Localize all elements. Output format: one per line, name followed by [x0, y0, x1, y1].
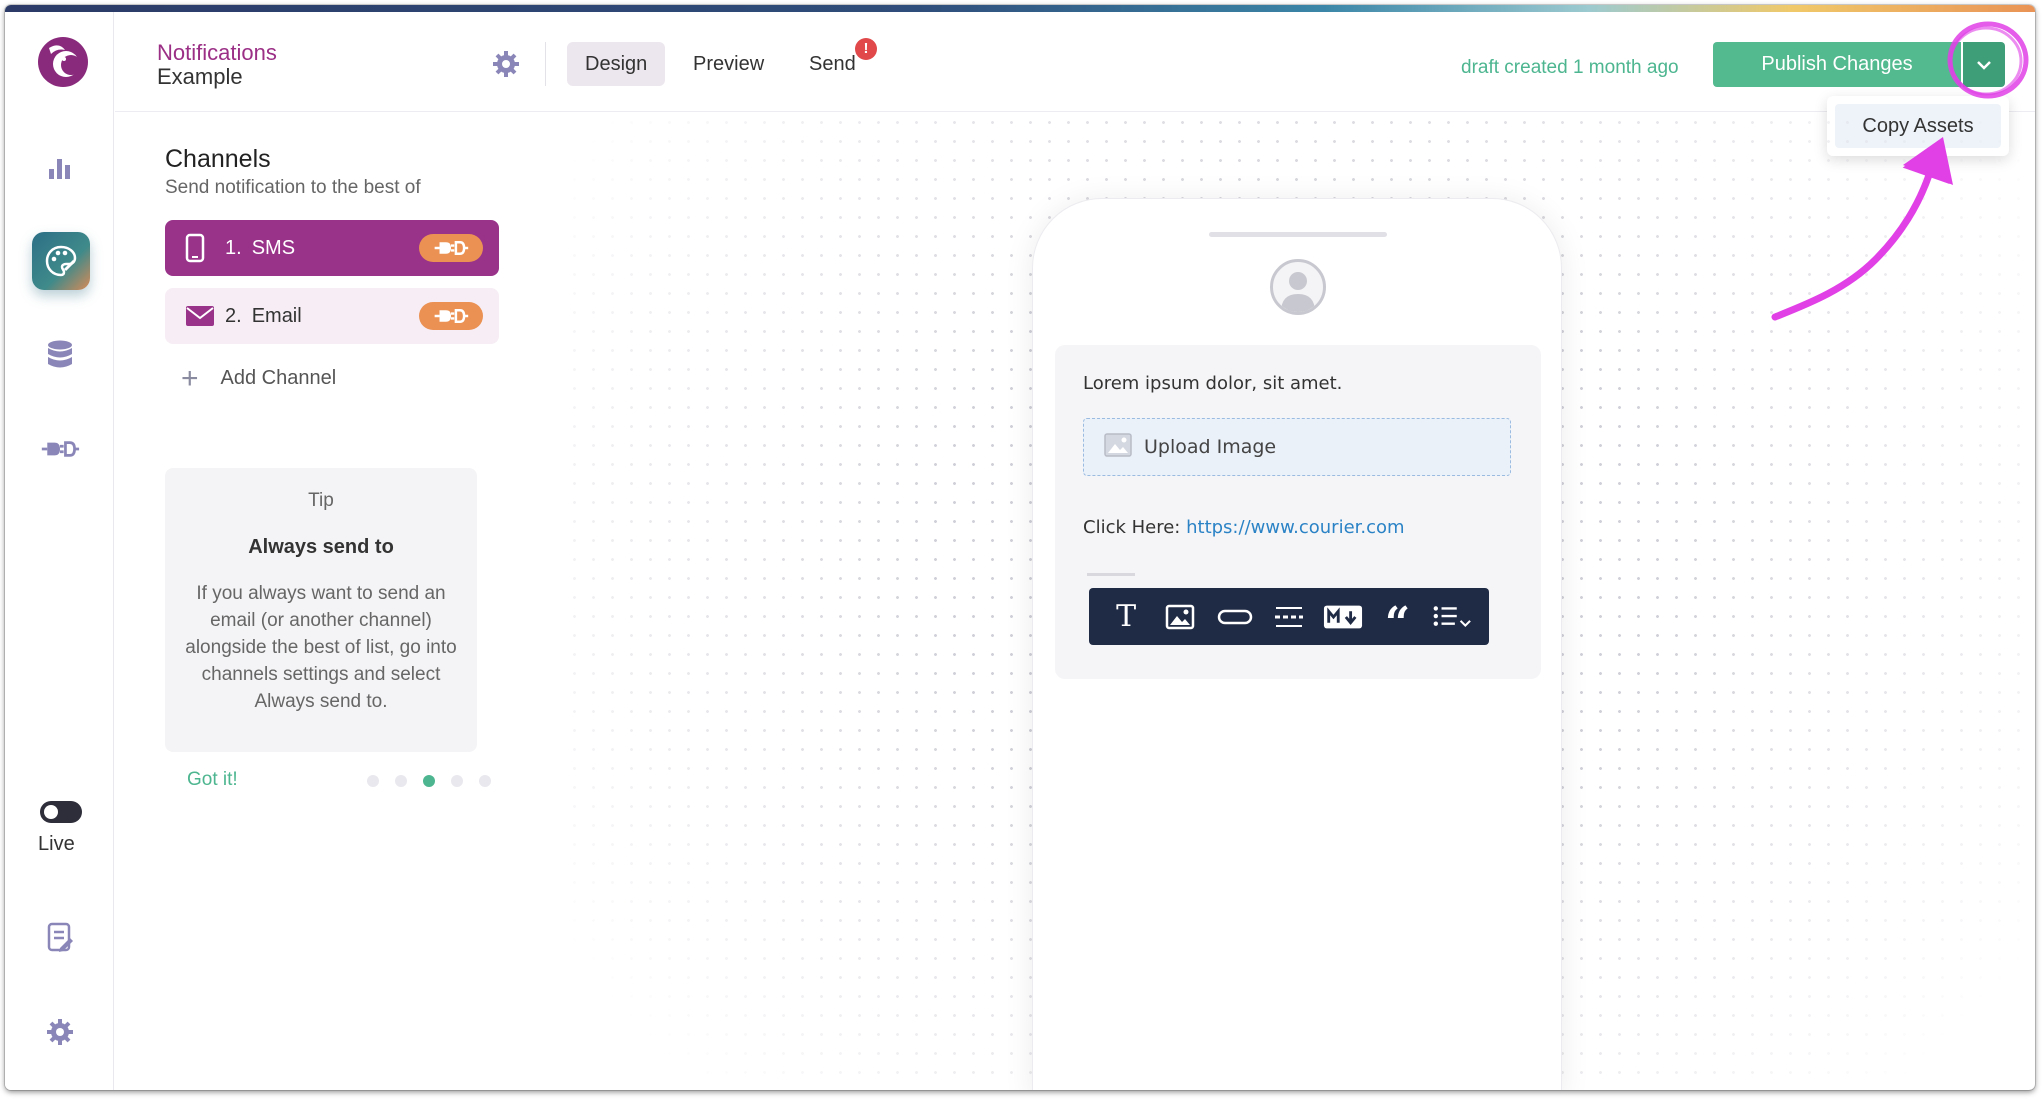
tip-label: Tip [308, 490, 334, 511]
chevron-down-icon [1977, 60, 1991, 70]
markdown-icon[interactable] [1323, 597, 1363, 637]
tip-page-dot[interactable] [367, 775, 379, 787]
live-toggle[interactable] [40, 801, 82, 823]
tip-page-dot[interactable] [451, 775, 463, 787]
live-label: Live [38, 833, 75, 855]
upload-image-dropzone[interactable]: Upload Image [1083, 418, 1511, 476]
add-channel-button[interactable]: + Add Channel [181, 361, 337, 395]
toolbar-divider [1087, 573, 1135, 576]
avatar-icon [1270, 259, 1326, 315]
upload-image-label: Upload Image [1144, 436, 1277, 458]
message-card: Lorem ipsum dolor, sit amet. Upload Imag… [1055, 345, 1541, 679]
document-icon[interactable] [40, 918, 80, 958]
courier-logo[interactable] [35, 34, 91, 90]
publish-changes-button[interactable]: Publish Changes [1713, 42, 1961, 87]
header-divider [545, 42, 546, 86]
list-icon[interactable] [1432, 597, 1472, 637]
channels-title: Channels [165, 145, 271, 173]
tab-design[interactable]: Design [567, 42, 666, 86]
image-icon[interactable] [1160, 597, 1200, 637]
tip-page-dot-active[interactable] [423, 775, 435, 787]
add-channel-label: Add Channel [220, 367, 337, 389]
text-icon[interactable]: T [1106, 597, 1146, 637]
button-block-icon[interactable] [1215, 597, 1255, 637]
top-header: Notifications Example Design Preview Sen… [115, 12, 2035, 156]
bar-chart-icon[interactable] [40, 148, 80, 188]
channel-number: 2. [225, 304, 242, 327]
click-here-line: Click Here: https://www.courier.com [1083, 517, 1405, 538]
publish-dropdown-button[interactable] [1963, 42, 2005, 87]
app-window: Live Notifications Example Design Previe… [5, 5, 2035, 1090]
plug-icon[interactable] [40, 429, 80, 469]
plus-icon: + [181, 361, 199, 395]
channels-subtitle: Send notification to the best of [165, 177, 421, 198]
plug-icon[interactable] [419, 234, 483, 262]
draft-status: draft created 1 month ago [1461, 57, 1679, 78]
template-settings-gear-icon[interactable] [492, 50, 520, 83]
palette-icon[interactable] [32, 232, 90, 290]
channel-item-email[interactable]: 2. Email [165, 288, 499, 344]
channel-item-sms[interactable]: 1. SMS [165, 220, 499, 276]
phone-icon [185, 233, 217, 263]
image-icon [1104, 432, 1132, 462]
database-icon[interactable] [40, 335, 80, 375]
top-accent-bar [5, 5, 2035, 12]
tip-card: Tip Always send to If you always want to… [165, 468, 477, 752]
tip-page-dot[interactable] [395, 775, 407, 787]
click-here-label: Click Here: [1083, 517, 1181, 538]
plug-icon[interactable] [419, 302, 483, 330]
divider-icon[interactable] [1269, 597, 1309, 637]
phone-speaker [1209, 232, 1387, 237]
sidebar: Live [5, 12, 114, 1090]
channel-number: 1. [225, 236, 242, 259]
settings-gear-icon[interactable] [40, 1012, 80, 1052]
phone-preview: Lorem ipsum dolor, sit amet. Upload Imag… [1032, 198, 1562, 1090]
got-it-link[interactable]: Got it! [187, 769, 238, 791]
tab-preview[interactable]: Preview [675, 42, 782, 86]
template-subtitle[interactable]: Example [157, 64, 243, 90]
quote-icon[interactable]: “ [1378, 597, 1418, 645]
envelope-icon [185, 305, 217, 327]
courier-link[interactable]: https://www.courier.com [1186, 517, 1404, 538]
block-toolbar: T “ [1089, 588, 1489, 645]
tip-heading: Always send to [248, 536, 394, 558]
tip-page-dot[interactable] [479, 775, 491, 787]
message-text[interactable]: Lorem ipsum dolor, sit amet. [1083, 373, 1342, 394]
send-alert-badge: ! [855, 38, 877, 60]
tip-pagination [367, 775, 491, 787]
template-name[interactable]: Notifications [157, 40, 277, 66]
tip-body: If you always want to send an email (or … [185, 583, 457, 712]
channel-label: SMS [251, 236, 296, 259]
channel-label: Email [251, 304, 302, 327]
